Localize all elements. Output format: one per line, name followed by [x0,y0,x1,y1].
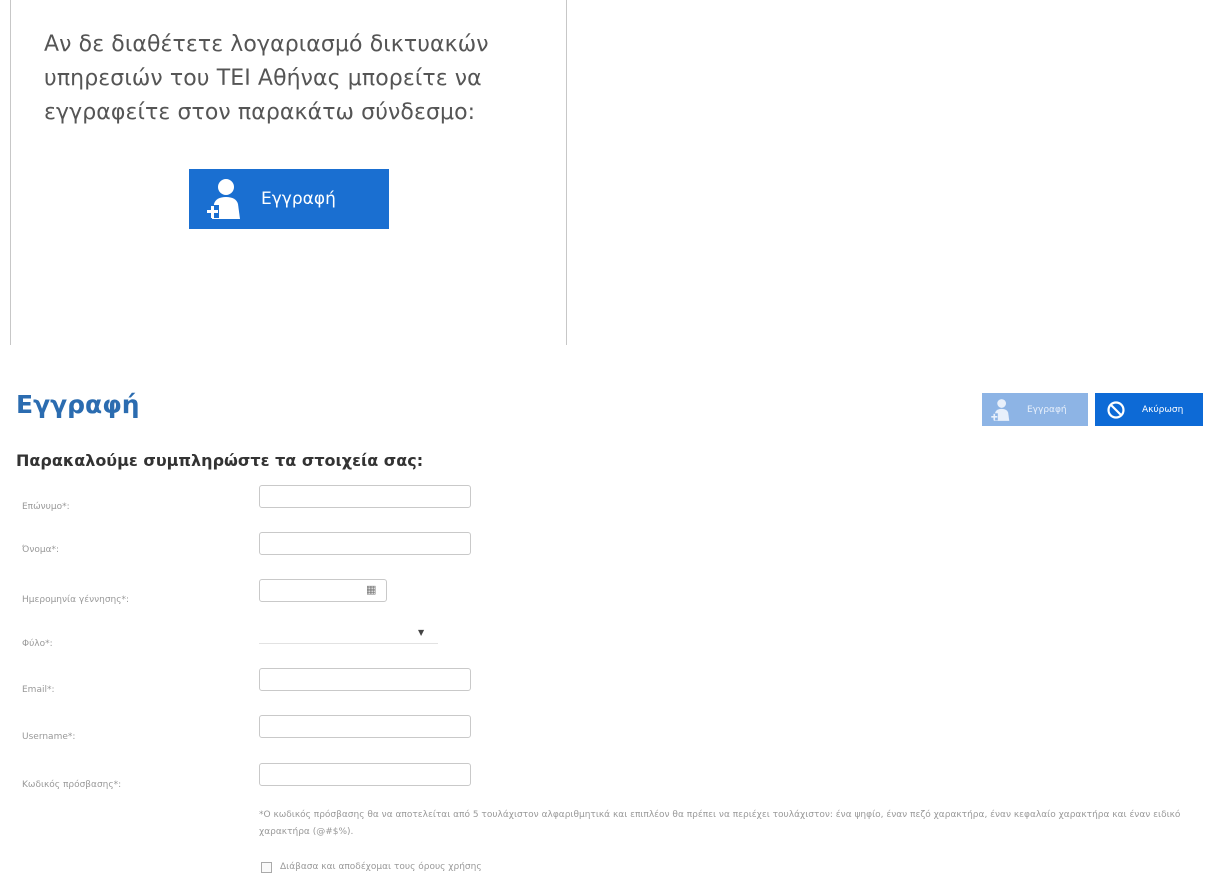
user-add-icon [990,398,1010,421]
page-title: Εγγραφή [16,390,140,419]
register-button-label: Εγγραφή [1027,404,1067,415]
signup-button[interactable]: Εγγραφή [189,169,389,229]
form-subtitle: Παρακαλούμε συμπληρώστε τα στοιχεία σας: [16,451,424,470]
user-add-icon [206,179,240,219]
name-input[interactable] [259,532,471,555]
password-label: Κωδικός πρόσβασης*: [22,780,122,790]
register-button[interactable]: Εγγραφή [982,393,1088,426]
username-label: Username*: [22,732,76,742]
birthdate-label: Ημερομηνία γέννησης*: [22,595,130,605]
terms-checkbox[interactable] [261,862,272,873]
panel-border-right [566,0,567,345]
gender-label: Φύλο*: [22,639,53,649]
surname-label: Επώνυμο*: [22,502,70,512]
email-label: Email*: [22,685,55,695]
cancel-button[interactable]: Ακύρωση [1095,393,1203,426]
signup-button-label: Εγγραφή [261,189,336,209]
username-input[interactable] [259,715,471,738]
calendar-icon[interactable]: ▦ [366,584,378,596]
cancel-button-label: Ακύρωση [1142,404,1184,415]
email-input[interactable] [259,668,471,691]
chevron-down-icon[interactable]: ▼ [418,628,424,637]
surname-input[interactable] [259,485,471,508]
ban-icon [1107,400,1125,419]
name-label: Όνομα*: [22,545,60,555]
intro-text: Αν δε διαθέτετε λογαριασμό δικτυακών υπη… [44,32,489,125]
gender-select[interactable] [259,624,438,644]
password-requirements-note: *Ο κωδικός πρόσβασης θα να αποτελείται α… [259,810,1181,837]
panel-border-left [10,0,11,345]
terms-label: Διάβασα και αποδέχομαι τους όρους χρήσης [280,862,482,872]
password-input[interactable] [259,763,471,786]
